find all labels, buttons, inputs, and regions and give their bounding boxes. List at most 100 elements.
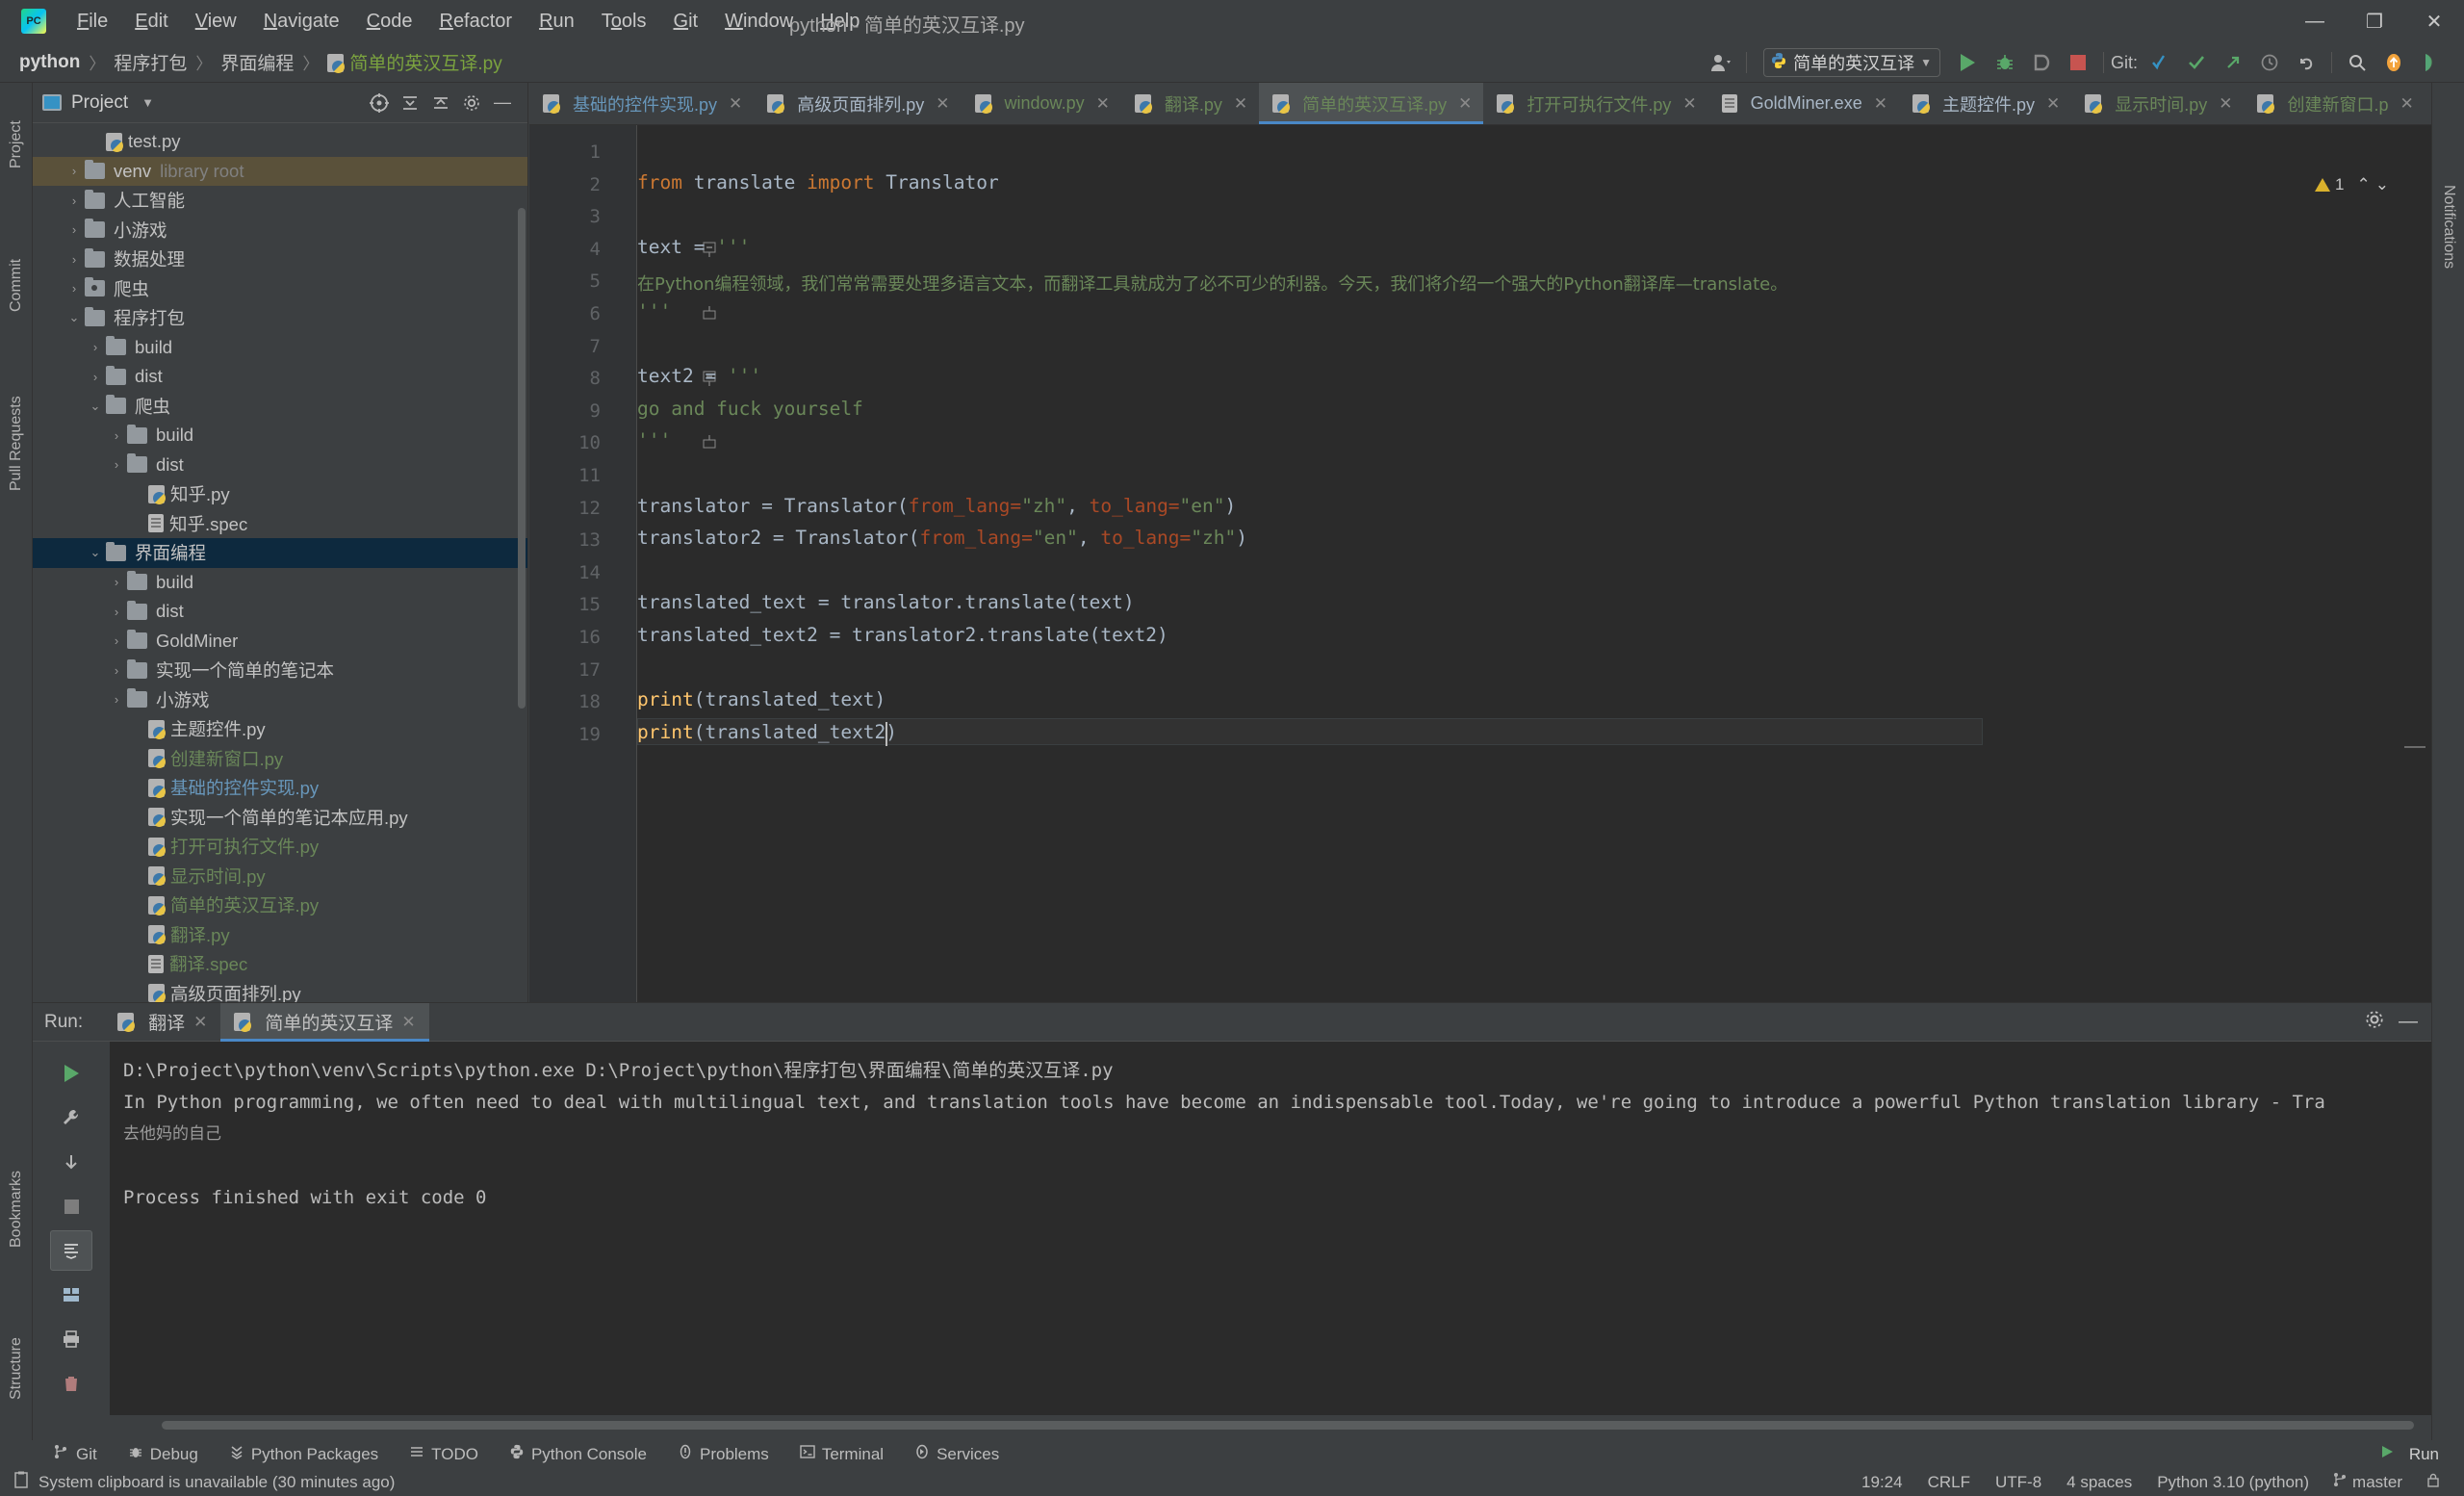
chevron-right-icon[interactable]: › — [106, 633, 127, 648]
tree-folder-item[interactable]: › 爬虫 — [33, 274, 527, 304]
tree-file-item[interactable]: 实现一个简单的笔记本应用.py — [33, 803, 527, 833]
stop-icon[interactable] — [50, 1186, 92, 1226]
chevron-right-icon[interactable]: › — [106, 428, 127, 443]
git-commit-icon[interactable] — [2178, 42, 2215, 83]
tool-window-git[interactable]: Git — [38, 1440, 113, 1468]
breadcrumb-item-1[interactable]: 程序打包 — [108, 49, 192, 75]
editor-tab-1[interactable]: 高级页面排列.py ✕ — [754, 83, 961, 124]
chevron-down-icon[interactable]: ▼ — [1920, 56, 1932, 69]
close-icon[interactable]: ✕ — [1458, 94, 1472, 114]
tree-file-item[interactable]: 知乎.spec — [33, 509, 527, 539]
chevron-right-icon[interactable]: › — [106, 457, 127, 472]
editor-tab-0[interactable]: 基础的控件实现.py ✕ — [529, 83, 754, 124]
close-icon[interactable]: ✕ — [936, 94, 949, 114]
tree-file-item[interactable]: 翻译.py — [33, 920, 527, 950]
tool-window-python-console[interactable]: Python Console — [494, 1440, 662, 1468]
rerun-icon[interactable] — [50, 1053, 92, 1094]
breadcrumb[interactable]: python 〉程序打包〉界面编程〉简单的英汉互译.py — [13, 49, 508, 75]
editor-tab-8[interactable]: 显示时间.py ✕ — [2071, 83, 2244, 124]
minimize-button[interactable]: — — [2285, 0, 2345, 42]
close-icon[interactable]: ✕ — [193, 1013, 207, 1032]
console-horizontal-scrollbar[interactable] — [110, 1415, 2431, 1434]
tool-button-commit[interactable]: Commit — [0, 227, 33, 343]
tree-folder-item[interactable]: › venv library root — [33, 156, 527, 186]
history-icon[interactable] — [2251, 42, 2288, 83]
close-icon[interactable]: ✕ — [729, 94, 742, 114]
maximize-button[interactable]: ❐ — [2345, 0, 2404, 42]
chevron-right-icon[interactable]: › — [106, 575, 127, 589]
run-tab-1[interactable]: 简单的英汉互译 ✕ — [220, 1002, 429, 1042]
menu-edit[interactable]: Edit — [121, 8, 181, 36]
tool-window-services[interactable]: Services — [899, 1440, 1014, 1468]
tool-button-pull-requests[interactable]: Pull Requests — [0, 352, 33, 535]
close-icon[interactable]: ✕ — [1874, 94, 1887, 114]
inspection-widget[interactable]: 1 ⌃ ⌄ — [2315, 175, 2389, 194]
gear-icon[interactable] — [2364, 1009, 2385, 1035]
menu-git[interactable]: Git — [660, 8, 712, 36]
fold-end-icon[interactable] — [702, 306, 717, 322]
editor-tab-3[interactable]: 翻译.py ✕ — [1121, 83, 1259, 124]
close-icon[interactable]: ✕ — [2046, 94, 2060, 114]
lock-icon[interactable] — [2414, 1472, 2452, 1493]
tree-folder-item[interactable]: › 实现一个简单的笔记本 — [33, 656, 527, 685]
gear-icon[interactable] — [456, 88, 487, 118]
tree-folder-item[interactable]: › build — [33, 421, 527, 451]
indent-setting[interactable]: 4 spaces — [2054, 1473, 2144, 1492]
updates-icon[interactable] — [2375, 42, 2412, 83]
tool-window-bar[interactable]: Git Debug Python Packages TODO Python Consol… — [0, 1440, 2464, 1468]
menu-code[interactable]: Code — [353, 8, 426, 36]
expand-all-icon[interactable] — [395, 88, 425, 118]
tool-window-debug[interactable]: Debug — [113, 1440, 214, 1468]
menu-view[interactable]: View — [182, 8, 250, 36]
git-push-icon[interactable] — [2215, 42, 2251, 83]
tree-file-item[interactable]: 主题控件.py — [33, 714, 527, 744]
breadcrumb-item-3[interactable]: 简单的英汉互译.py — [321, 49, 507, 75]
down-arrow-icon[interactable] — [50, 1142, 92, 1182]
editor-tab-9[interactable]: 创建新窗口.p ✕ — [2244, 83, 2425, 124]
tool-window-problems[interactable]: Problems — [662, 1440, 784, 1468]
stop-icon[interactable] — [2060, 42, 2096, 83]
coverage-icon[interactable] — [2023, 42, 2060, 83]
file-encoding[interactable]: UTF-8 — [1983, 1473, 2054, 1492]
run-icon[interactable] — [1950, 42, 1987, 83]
chevron-right-icon[interactable]: › — [106, 663, 127, 678]
chevron-down-icon[interactable]: ⌄ — [85, 399, 106, 414]
python-interpreter[interactable]: Python 3.10 (python) — [2144, 1473, 2322, 1492]
tree-file-item[interactable]: 翻译.spec — [33, 949, 527, 979]
editor-tab-4[interactable]: 简单的英汉互译.py ✕ — [1259, 83, 1484, 124]
breadcrumb-item-2[interactable]: 界面编程 — [215, 49, 299, 75]
chevron-down-icon[interactable]: ⌄ — [64, 310, 85, 325]
tree-folder-item[interactable]: › dist — [33, 597, 527, 627]
tree-folder-item[interactable]: › GoldMiner — [33, 627, 527, 657]
menu-run[interactable]: Run — [526, 8, 588, 36]
git-update-icon[interactable] — [2142, 42, 2178, 83]
minimize-icon[interactable]: — — [2399, 1011, 2418, 1033]
chevron-right-icon[interactable]: › — [106, 692, 127, 707]
chevron-right-icon[interactable]: › — [64, 164, 85, 178]
tool-button-project[interactable]: Project — [0, 87, 33, 202]
hide-panel-icon[interactable]: — — [487, 88, 518, 118]
close-icon[interactable]: ✕ — [1096, 94, 1110, 114]
tree-file-item[interactable]: 知乎.py — [33, 479, 527, 509]
tree-folder-item[interactable]: › 小游戏 — [33, 685, 527, 715]
menu-navigate[interactable]: Navigate — [250, 8, 353, 36]
chevron-right-icon[interactable]: › — [64, 281, 85, 296]
print-icon[interactable] — [50, 1319, 92, 1359]
error-stripe-mark[interactable] — [2404, 746, 2426, 748]
tool-button-bookmarks[interactable]: Bookmarks — [0, 1132, 33, 1286]
fold-end-icon[interactable] — [702, 435, 717, 451]
run-configuration-selector[interactable]: 简单的英汉互译 ▼ — [1763, 48, 1940, 77]
run-widget[interactable]: Run — [2366, 1440, 2452, 1468]
tool-window-python-packages[interactable]: Python Packages — [214, 1440, 394, 1468]
debug-icon[interactable] — [1987, 42, 2023, 83]
avatar-icon[interactable] — [1703, 42, 1739, 83]
chevron-right-icon[interactable]: › — [106, 605, 127, 619]
close-icon[interactable]: ✕ — [1682, 94, 1696, 114]
editor-tab-bar[interactable]: 基础的控件实现.py ✕ 高级页面排列.py ✕ window.py ✕ 翻译.py ✕ 简单的… — [529, 83, 2431, 125]
collapse-all-icon[interactable] — [425, 88, 456, 118]
search-icon[interactable] — [2339, 42, 2375, 83]
tree-file-item[interactable]: 创建新窗口.py — [33, 744, 527, 774]
tool-window-todo[interactable]: TODO — [394, 1440, 494, 1468]
ide-icon[interactable] — [2412, 42, 2449, 83]
menu-tools[interactable]: Tools — [588, 8, 660, 36]
